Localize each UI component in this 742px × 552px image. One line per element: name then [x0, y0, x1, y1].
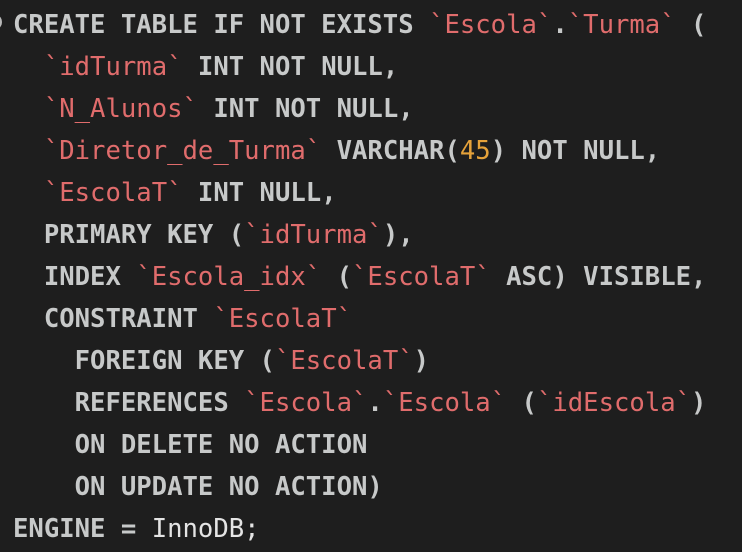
sql-keyword: [13, 94, 44, 124]
code-line[interactable]: `N_Alunos` INT NOT NULL,: [13, 88, 706, 130]
sql-keyword: VARCHAR(: [321, 136, 460, 166]
sql-identifier: `Turma`: [567, 10, 676, 40]
sql-identifier: `N_Alunos`: [43, 94, 198, 124]
sql-keyword: INT NULL,: [182, 178, 337, 208]
sql-keyword: PRIMARY KEY (: [13, 220, 245, 250]
code-line[interactable]: ON UPDATE NO ACTION): [13, 466, 706, 508]
sql-keyword: [13, 52, 44, 82]
code-line[interactable]: INDEX `Escola_idx` (`EscolaT` ASC) VISIB…: [13, 256, 707, 298]
sql-keyword: (: [506, 388, 537, 418]
code-line[interactable]: ENGINE = InnoDB;: [13, 508, 706, 550]
sql-identifier: `EscolaT`: [274, 346, 414, 376]
sql-keyword: (: [321, 262, 353, 292]
code-line[interactable]: ON DELETE NO ACTION: [13, 424, 706, 466]
sql-keyword: INDEX: [13, 262, 137, 292]
sql-keyword: ENGINE =: [13, 514, 152, 544]
fold-marker-icon[interactable]: [0, 16, 2, 28]
sql-keyword: CONSTRAINT: [13, 304, 214, 334]
sql-keyword: INT NOT NULL,: [197, 94, 414, 124]
sql-keyword: CREATE TABLE IF NOT EXISTS: [13, 10, 430, 40]
sql-keyword: [13, 178, 44, 208]
code-line[interactable]: PRIMARY KEY (`idTurma`),: [13, 214, 706, 256]
sql-keyword: FOREIGN KEY (: [13, 346, 275, 376]
sql-identifier: `EscolaT`: [43, 178, 183, 208]
code-line[interactable]: CREATE TABLE IF NOT EXISTS `Escola`.`Tur…: [13, 4, 706, 46]
sql-keyword: ON DELETE NO ACTION: [13, 430, 368, 460]
sql-keyword: .: [552, 10, 568, 40]
code-line[interactable]: CONSTRAINT `EscolaT`: [13, 298, 706, 340]
sql-identifier: `idEscola`: [536, 388, 692, 418]
code-line[interactable]: `EscolaT` INT NULL,: [13, 172, 706, 214]
code-line[interactable]: FOREIGN KEY (`EscolaT`): [13, 340, 706, 382]
sql-keyword: [13, 136, 44, 166]
code-editor[interactable]: CREATE TABLE IF NOT EXISTS `Escola`.`Tur…: [0, 0, 742, 552]
sql-keyword: REFERENCES: [13, 388, 245, 418]
sql-keyword: ),: [382, 220, 414, 250]
sql-keyword: (: [675, 10, 707, 40]
sql-identifier: `Escola`: [244, 388, 368, 418]
sql-number: 45: [459, 136, 491, 166]
sql-identifier: `EscolaT`: [352, 262, 491, 292]
sql-keyword: ): [691, 388, 707, 418]
sql-keyword: ON UPDATE NO ACTION): [13, 472, 383, 502]
sql-keyword: ): [413, 346, 430, 376]
sql-keyword: ASC) VISIBLE,: [490, 262, 707, 292]
sql-keyword: INT NOT NULL,: [182, 52, 399, 82]
sql-identifier: `Escola`: [382, 388, 507, 418]
sql-text: InnoDB;: [151, 514, 260, 544]
sql-identifier: `EscolaT`: [213, 304, 353, 334]
code-line[interactable]: `Diretor_de_Turma` VARCHAR(45) NOT NULL,: [13, 130, 706, 172]
sql-identifier: `Escola`: [429, 10, 553, 40]
sql-identifier: `idTurma`: [43, 52, 183, 82]
sql-identifier: `Escola_idx`: [136, 262, 322, 292]
code-line[interactable]: `idTurma` INT NOT NULL,: [13, 46, 706, 88]
code-block[interactable]: CREATE TABLE IF NOT EXISTS `Escola`.`Tur…: [13, 4, 706, 550]
sql-keyword: .: [367, 388, 383, 418]
sql-keyword: ) NOT NULL,: [490, 136, 661, 166]
sql-identifier: `idTurma`: [244, 220, 383, 250]
code-line[interactable]: REFERENCES `Escola`.`Escola` (`idEscola`…: [13, 382, 707, 424]
sql-identifier: `Diretor_de_Turma`: [43, 136, 322, 166]
